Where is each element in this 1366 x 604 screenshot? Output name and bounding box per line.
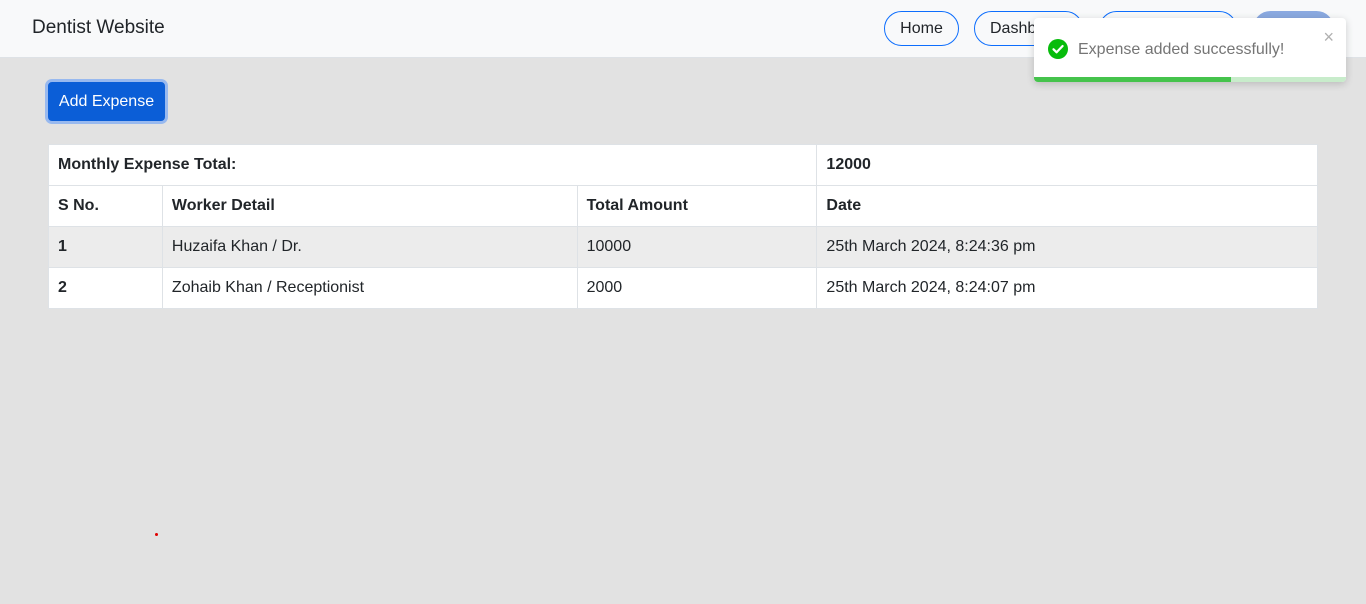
header-worker: Worker Detail [161, 185, 578, 227]
header-sno: S No. [48, 185, 163, 227]
success-toast[interactable]: Expense added successfully! × [1034, 18, 1346, 82]
header-date: Date [816, 185, 1318, 227]
toast-progress-bar [1034, 77, 1231, 82]
table-row: 2 Zohaib Khan / Receptionist 2000 25th M… [48, 267, 1318, 309]
total-row: Monthly Expense Total: 12000 [47, 144, 1318, 186]
row-amount: 10000 [576, 226, 818, 268]
total-value: 12000 [816, 144, 1318, 186]
row-sno: 2 [48, 267, 163, 309]
check-circle-icon [1048, 39, 1068, 59]
row-amount: 2000 [576, 267, 818, 309]
close-icon[interactable]: × [1323, 28, 1334, 46]
expense-table: Monthly Expense Total: 12000 S No. Worke… [47, 144, 1318, 309]
toast-message: Expense added successfully! [1078, 41, 1285, 58]
brand-title[interactable]: Dentist Website [32, 17, 165, 39]
cursor-dot [155, 533, 158, 536]
add-expense-button[interactable]: Add Expense [45, 79, 168, 124]
table-row: 1 Huzaifa Khan / Dr. 10000 25th March 20… [48, 226, 1318, 268]
total-label: Monthly Expense Total: [47, 144, 818, 186]
header-amount: Total Amount [576, 185, 818, 227]
header-row: S No. Worker Detail Total Amount Date [48, 185, 1318, 227]
row-date: 25th March 2024, 8:24:36 pm [816, 226, 1318, 268]
row-date: 25th March 2024, 8:24:07 pm [816, 267, 1318, 309]
nav-home-button[interactable]: Home [884, 11, 959, 46]
row-sno: 1 [48, 226, 163, 268]
row-worker: Huzaifa Khan / Dr. [161, 226, 578, 268]
row-worker: Zohaib Khan / Receptionist [161, 267, 578, 309]
